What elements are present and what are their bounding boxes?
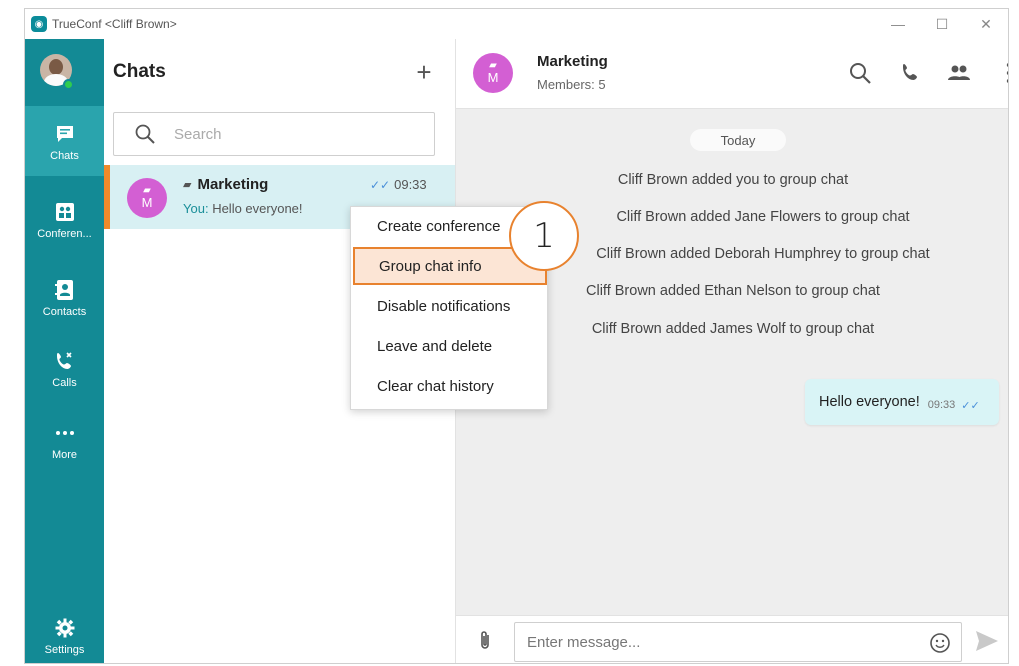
rail-item-calls[interactable]: Calls	[25, 333, 104, 403]
conference-icon	[52, 199, 78, 225]
selection-indicator	[104, 165, 110, 229]
step-number-badge: 1	[509, 201, 579, 271]
message-input[interactable]	[527, 633, 907, 651]
minimize-button[interactable]: —	[876, 9, 920, 39]
search-icon[interactable]	[845, 58, 875, 88]
message-time: 09:33	[927, 399, 956, 411]
rail-item-conferences[interactable]: Conferen...	[25, 184, 104, 254]
new-chat-button[interactable]: +	[409, 57, 439, 87]
chat-name: ▰ Marketing	[183, 176, 269, 193]
window-controls: — ☐ ✕	[876, 9, 1008, 39]
app-window: ◉ TrueConf <Cliff Brown> — ☐ ✕ Chats Con…	[24, 8, 1009, 664]
maximize-button[interactable]: ☐	[920, 9, 964, 39]
emoji-icon[interactable]	[929, 632, 951, 654]
rail-label-calls: Calls	[52, 376, 77, 389]
menu-item-leave-and-delete[interactable]: Leave and delete	[351, 327, 547, 365]
group-avatar[interactable]: ▰ M	[473, 53, 513, 93]
call-icon[interactable]	[896, 58, 926, 88]
chats-heading: Chats	[113, 61, 166, 82]
read-receipt-icon: ✓✓	[961, 399, 980, 412]
rail-item-chats[interactable]: Chats	[25, 106, 104, 176]
search-box[interactable]	[113, 112, 435, 156]
system-message: Cliff Brown added you to group chat	[617, 172, 849, 188]
rail-label-conferences: Conferen...	[37, 227, 92, 240]
gear-icon	[52, 615, 78, 641]
title-bar: ◉ TrueConf <Cliff Brown> — ☐ ✕	[25, 9, 1008, 39]
group-avatar: ▰ M	[127, 178, 167, 218]
rail-label-contacts: Contacts	[42, 305, 87, 318]
trueconf-logo-icon: ◉	[31, 16, 47, 32]
rail-label-more: More	[51, 448, 78, 461]
search-input[interactable]	[174, 125, 414, 143]
read-receipt-icon: ✓✓	[370, 177, 391, 192]
message-input-box[interactable]	[514, 622, 962, 662]
window-title: TrueConf <Cliff Brown>	[52, 17, 177, 31]
search-icon	[135, 124, 155, 144]
navigation-rail: Chats Conferen... Contacts Calls More Se…	[25, 39, 104, 663]
message-text: Hello everyone!	[819, 394, 920, 410]
chat-time: ✓✓ 09:33	[370, 177, 427, 192]
rail-item-settings[interactable]: Settings	[25, 605, 104, 663]
attachment-icon[interactable]	[473, 629, 497, 653]
conversation-header: ▰ M Marketing Members: 5	[456, 39, 1008, 109]
message-composer	[456, 615, 1008, 663]
chat-preview: You: Hello everyone!	[183, 201, 303, 216]
date-separator: Today	[690, 129, 786, 151]
menu-item-disable-notifications[interactable]: Disable notifications	[351, 287, 547, 325]
chat-icon	[52, 121, 78, 147]
rail-label-settings: Settings	[44, 643, 85, 656]
conversation-title: Marketing	[537, 53, 608, 70]
online-status-indicator	[63, 79, 74, 90]
more-icon	[52, 420, 78, 446]
rail-item-contacts[interactable]: Contacts	[25, 262, 104, 332]
rail-label-chats: Chats	[50, 149, 79, 162]
calls-icon	[52, 348, 78, 374]
outgoing-message-bubble[interactable]: Hello everyone! 09:33 ✓✓	[805, 379, 999, 425]
menu-item-clear-chat-history[interactable]: Clear chat history	[351, 367, 547, 405]
rail-item-more[interactable]: More	[25, 405, 104, 475]
members-count: Members: 5	[537, 77, 606, 92]
send-icon[interactable]	[975, 630, 999, 652]
participants-icon[interactable]	[944, 58, 974, 88]
group-chat-icon: ▰	[183, 179, 192, 191]
close-button[interactable]: ✕	[964, 9, 1008, 39]
more-vertical-icon[interactable]	[994, 58, 1008, 88]
contacts-icon	[52, 277, 78, 303]
